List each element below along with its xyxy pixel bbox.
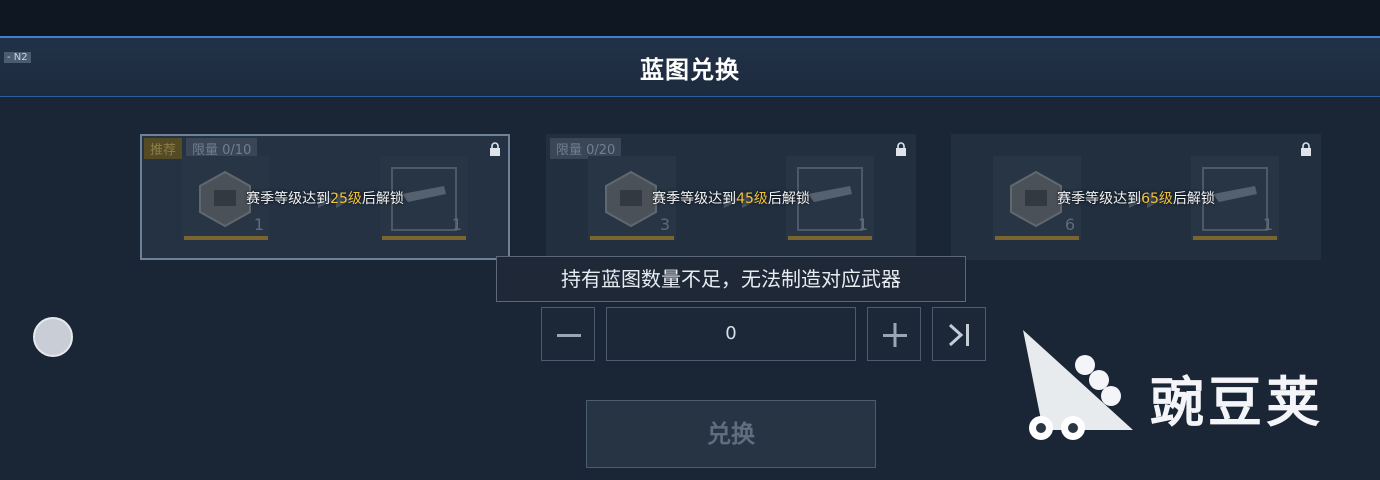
unlock-level: 45级	[736, 191, 768, 207]
unlock-requirement: 赛季等级达到65级后解锁	[953, 188, 1319, 208]
plus-icon	[883, 323, 907, 347]
header-bar: - N2 蓝图兑换	[0, 36, 1380, 97]
decrease-button[interactable]	[541, 307, 595, 361]
unlock-prefix: 赛季等级达到	[652, 191, 737, 207]
input-qty: 6	[1064, 215, 1075, 234]
unlock-suffix: 后解锁	[361, 191, 404, 207]
rarity-bar	[788, 236, 872, 240]
watermark-text: 豌豆荚	[1150, 371, 1324, 434]
output-qty: 1	[857, 215, 868, 234]
increase-button[interactable]	[867, 307, 921, 361]
output-qty: 1	[1262, 215, 1273, 234]
unlock-requirement: 赛季等级达到45级后解锁	[548, 188, 914, 208]
minus-icon	[557, 334, 581, 337]
unlock-level: 25级	[330, 191, 362, 207]
joystick-handle[interactable]	[33, 317, 73, 357]
blueprint-card-3[interactable]: 6 1 赛季等级达到65级后解锁	[951, 134, 1321, 260]
quantity-field[interactable]: 0	[606, 307, 856, 361]
recommend-badge: 推荐	[144, 138, 183, 159]
page-title: 蓝图兑换	[640, 56, 740, 84]
unlock-level: 65级	[1141, 191, 1173, 207]
unlock-suffix: 后解锁	[1172, 191, 1215, 207]
exchange-button-label: 兑换	[707, 420, 755, 448]
rarity-bar	[184, 236, 268, 240]
insufficient-blueprint-tooltip: 持有蓝图数量不足，无法制造对应武器	[496, 256, 966, 302]
lock-icon	[1301, 142, 1311, 156]
input-qty: 1	[253, 215, 264, 234]
input-qty: 3	[659, 215, 670, 234]
max-button[interactable]	[932, 307, 986, 361]
rarity-bar	[995, 236, 1079, 240]
exchange-button[interactable]: 兑换	[586, 400, 876, 468]
unlock-prefix: 赛季等级达到	[246, 191, 331, 207]
output-qty: 1	[451, 215, 462, 234]
unlock-requirement: 赛季等级达到25级后解锁	[142, 188, 508, 208]
lock-icon	[896, 142, 906, 156]
rarity-bar	[1193, 236, 1277, 240]
lock-icon	[490, 142, 500, 156]
blueprint-card-1[interactable]: 推荐 限量 0/10 1 1 赛季等级达到25级后解锁	[140, 134, 510, 260]
rarity-bar	[590, 236, 674, 240]
unlock-prefix: 赛季等级达到	[1057, 191, 1142, 207]
max-icon	[948, 323, 969, 347]
blueprint-card-2[interactable]: 限量 0/20 3 1 赛季等级达到45级后解锁	[546, 134, 916, 260]
rarity-bar	[382, 236, 466, 240]
top-strip	[0, 0, 1380, 36]
unlock-suffix: 后解锁	[767, 191, 810, 207]
